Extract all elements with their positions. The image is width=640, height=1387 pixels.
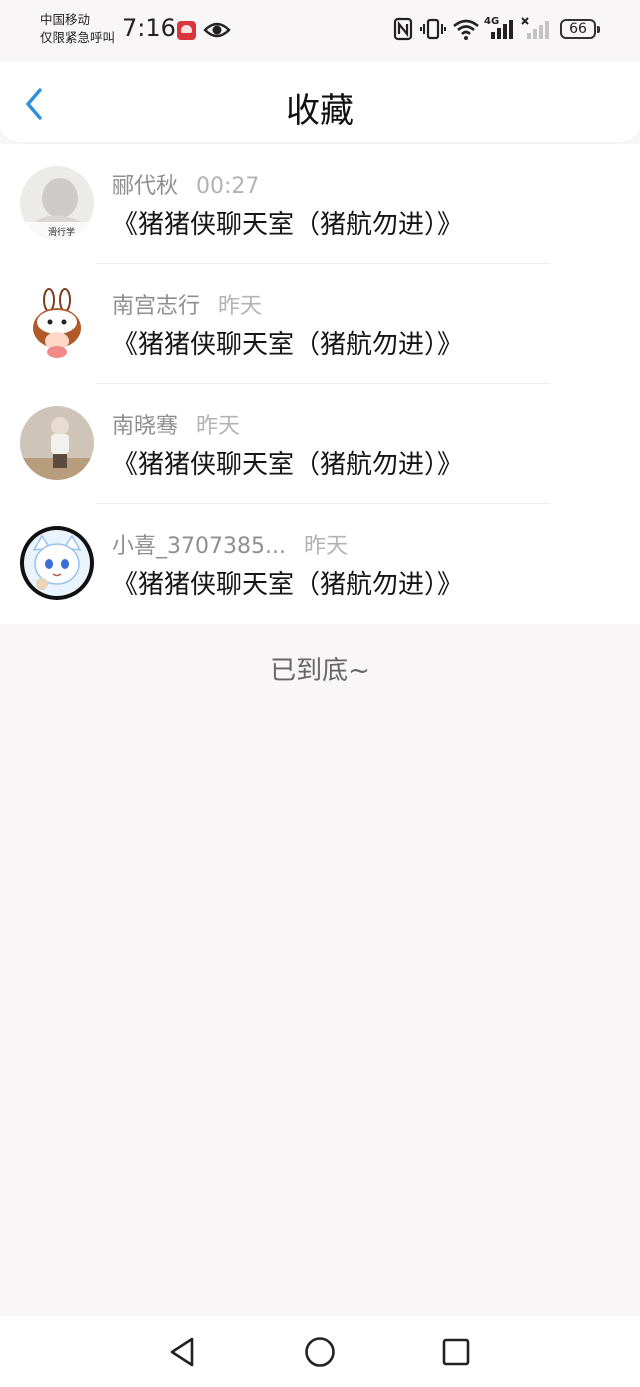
vibrate-icon xyxy=(420,18,446,40)
user-name: 南晓骞 xyxy=(112,414,179,439)
list-item[interactable]: 南宫志行 昨天 《猪猪侠聊天室（猪航勿进）》 xyxy=(0,264,640,384)
user-name: 郦代秋 xyxy=(112,174,179,199)
avatar xyxy=(20,526,94,600)
item-time: 00:27 xyxy=(196,174,260,199)
item-message: 《猪猪侠聊天室（猪航勿进）》 xyxy=(112,330,464,360)
no-signal-icon xyxy=(521,17,549,39)
list-item[interactable]: 滑行学 郦代秋 00:27 《猪猪侠聊天室（猪航勿进）》 xyxy=(0,144,640,264)
status-time: 7:16 xyxy=(122,14,176,42)
header-bar: 收藏 xyxy=(0,62,640,142)
item-message: 《猪猪侠聊天室（猪航勿进）》 xyxy=(112,450,464,480)
avatar xyxy=(20,286,94,360)
item-meta: 小喜_3707385... 昨天 xyxy=(112,528,348,560)
item-meta: 郦代秋 00:27 xyxy=(112,168,259,200)
item-meta: 南晓骞 昨天 xyxy=(112,408,240,440)
huawei-app-icon xyxy=(177,21,196,40)
status-bar: 中国移动 仅限紧急呼叫 7:16 4G 66 xyxy=(0,0,640,62)
avatar: 滑行学 xyxy=(20,166,94,240)
page-title: 收藏 xyxy=(286,91,354,131)
favorites-list: 滑行学 郦代秋 00:27 《猪猪侠聊天室（猪航勿进）》 南宫志行 昨天 《猪猪侠聊… xyxy=(0,144,640,624)
signal-icon xyxy=(491,20,513,39)
item-meta: 南宫志行 昨天 xyxy=(112,288,262,320)
carrier-info: 中国移动 仅限紧急呼叫 xyxy=(40,11,115,47)
carrier-name: 中国移动 xyxy=(40,12,91,27)
carrier-status: 仅限紧急呼叫 xyxy=(40,30,116,45)
item-time: 昨天 xyxy=(303,534,348,559)
user-name: 南宫志行 xyxy=(112,294,201,319)
item-time: 昨天 xyxy=(218,294,263,319)
user-name: 小喜_3707385... xyxy=(112,534,286,559)
item-time: 昨天 xyxy=(196,414,241,439)
item-message: 《猪猪侠聊天室（猪航勿进）》 xyxy=(112,570,464,600)
list-item[interactable]: 南晓骞 昨天 《猪猪侠聊天室（猪航勿进）》 xyxy=(0,384,640,504)
avatar xyxy=(20,406,94,480)
eye-icon xyxy=(203,22,231,38)
end-of-list-text: 已到底~ xyxy=(270,656,370,686)
wifi-icon xyxy=(453,19,479,40)
circle-home-icon[interactable] xyxy=(302,1334,338,1370)
system-nav-bar xyxy=(0,1316,640,1387)
item-message: 《猪猪侠聊天室（猪航勿进）》 xyxy=(112,210,464,240)
battery-indicator: 66 xyxy=(560,19,600,39)
nfc-icon xyxy=(393,17,413,41)
list-item[interactable]: 小喜_3707385... 昨天 《猪猪侠聊天室（猪航勿进）》 xyxy=(0,504,640,624)
svg-text:滑行学: 滑行学 xyxy=(48,226,75,238)
square-recents-icon[interactable] xyxy=(438,1334,474,1370)
triangle-back-icon[interactable] xyxy=(164,1334,200,1370)
